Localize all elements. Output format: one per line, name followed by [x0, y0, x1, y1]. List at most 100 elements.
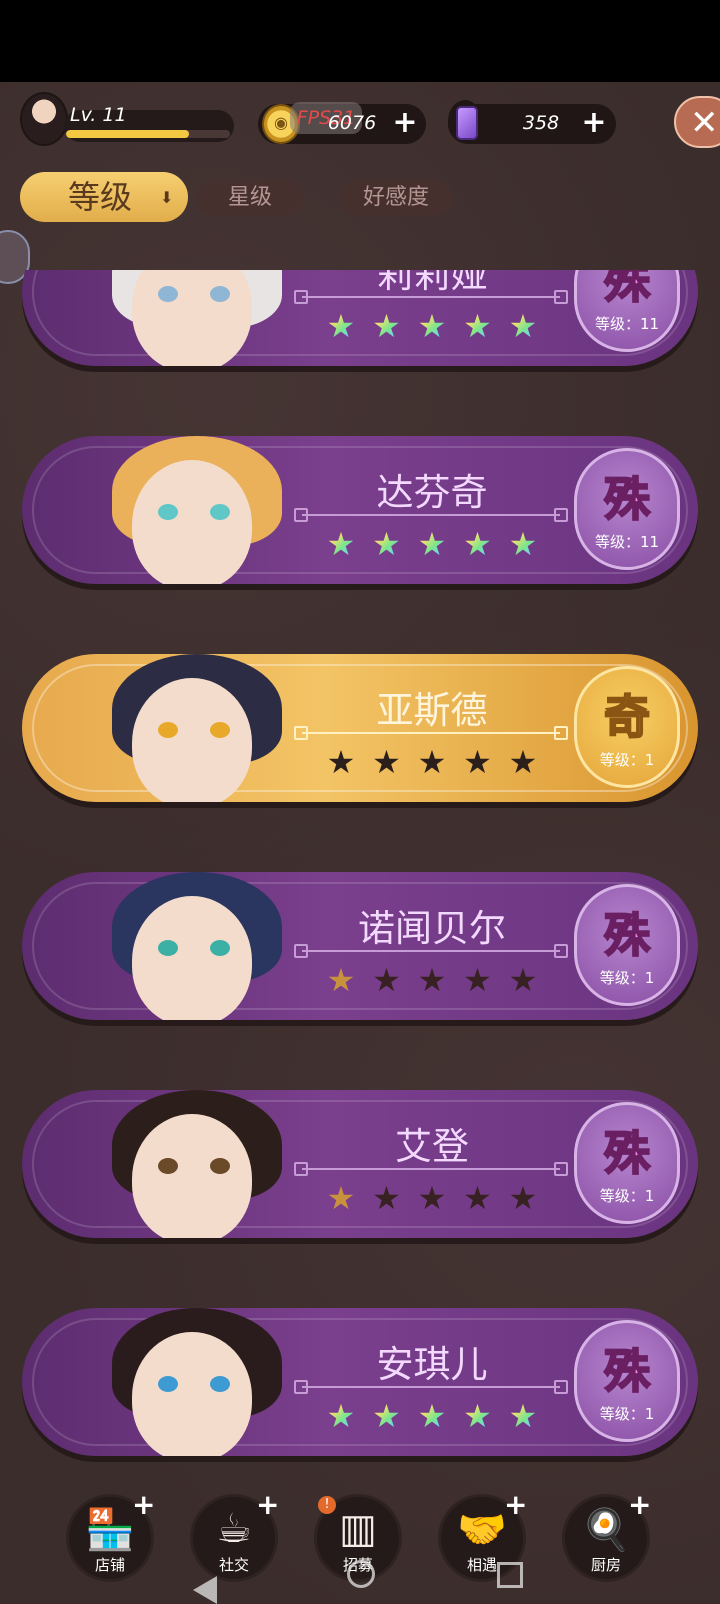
star-icon: ★ — [504, 1400, 542, 1432]
nav-item[interactable]: 🍳 厨房 + — [562, 1488, 651, 1582]
star-icon: ★ — [372, 743, 401, 781]
sort-arrow-icon: ⬇ — [160, 188, 174, 207]
name-divider — [294, 726, 568, 740]
rank-badge: 殊 等级：1 — [574, 1320, 680, 1442]
system-recents-icon[interactable] — [497, 1562, 523, 1588]
nav-label: 店铺 — [94, 1556, 125, 1574]
star-icon: ★ — [322, 528, 360, 560]
exp-bar-fill — [66, 130, 189, 138]
character-portrait — [72, 436, 322, 584]
plus-icon: + — [628, 1488, 652, 1521]
star-icon: ★ — [413, 310, 451, 342]
star-icon: ★ — [463, 743, 492, 781]
character-level: 等级：1 — [599, 751, 655, 769]
portrait-eye — [158, 940, 178, 956]
nav-item[interactable]: 🏪 店铺 + — [66, 1488, 155, 1582]
character-name: 亚斯德 — [376, 689, 488, 732]
plus-icon: + — [256, 1488, 280, 1521]
system-home-icon[interactable] — [347, 1560, 375, 1588]
portrait-eye — [210, 1158, 230, 1174]
portrait-face — [132, 1332, 252, 1456]
character-name: 诺闻贝尔 — [358, 907, 506, 950]
character-portrait — [72, 654, 322, 802]
portrait-face — [132, 1114, 252, 1238]
character-level: 等级：11 — [594, 315, 660, 333]
character-portrait — [72, 872, 322, 1020]
name-divider — [294, 508, 568, 522]
star-icon: ★ — [459, 528, 497, 560]
star-icon: ★ — [508, 743, 538, 781]
character-card[interactable]: 安琪儿 ★ ★ ★ ★ ★ 殊 等级：1 — [22, 1308, 698, 1456]
star-icon: ★ — [413, 528, 451, 560]
coin-amount: 6076 — [327, 112, 377, 134]
star-icon: ★ — [417, 961, 447, 999]
character-card[interactable]: 诺闻贝尔 ★ ★ ★ ★ ★ 殊 等级：1 — [22, 872, 698, 1020]
rank-grade: 殊 — [603, 1343, 651, 1399]
rank-badge: 奇 等级：1 — [574, 666, 680, 788]
rank-grade: 殊 — [603, 270, 651, 309]
gem-icon — [448, 100, 482, 142]
character-name: 艾登 — [395, 1125, 469, 1168]
nav-item[interactable]: ☕ 社交 + — [190, 1488, 279, 1582]
rank-badge: 殊 等级：1 — [574, 1102, 680, 1224]
character-card[interactable]: 莉莉娅 ★ ★ ★ ★ ★ 殊 等级：11 — [22, 270, 698, 366]
star-icon: ★ — [413, 1400, 451, 1432]
portrait-eye — [210, 286, 230, 302]
gem-amount: 358 — [522, 112, 560, 134]
star-icon: ★ — [463, 961, 492, 999]
star-icon: ★ — [417, 743, 447, 781]
exp-bar — [66, 130, 230, 138]
star-icon: ★ — [372, 1179, 401, 1217]
name-divider — [294, 1380, 568, 1394]
player-avatar[interactable] — [20, 92, 68, 146]
rank-badge: 殊 等级：1 — [574, 884, 680, 1006]
character-card[interactable]: 艾登 ★ ★ ★ ★ ★ 殊 等级：1 — [22, 1090, 698, 1238]
rank-grade: 殊 — [603, 471, 651, 527]
sort-tab-star[interactable]: 星级 — [196, 180, 304, 216]
plus-icon: + — [132, 1488, 156, 1521]
portrait-eye — [210, 722, 230, 738]
portrait-eye — [158, 1158, 178, 1174]
nav-label: 厨房 — [590, 1556, 621, 1574]
character-list[interactable]: 莉莉娅 ★ ★ ★ ★ ★ 殊 等级：11 达芬奇 ★ ★ ★ ★ ★ 殊 等级：11 亚斯德 — [0, 270, 720, 1466]
star-icon: ★ — [508, 961, 538, 999]
sort-tab-affinity[interactable]: 好感度 — [340, 180, 452, 216]
star-rating: ★ ★ ★ ★ ★ — [322, 310, 542, 342]
portrait-face — [132, 896, 252, 1020]
character-portrait — [72, 1090, 322, 1238]
name-divider — [294, 290, 568, 304]
character-card[interactable]: 达芬奇 ★ ★ ★ ★ ★ 殊 等级：11 — [22, 436, 698, 584]
star-icon: ★ — [508, 1179, 538, 1217]
status-bar — [0, 0, 720, 82]
portrait-eye — [158, 286, 178, 302]
portrait-face — [132, 460, 252, 584]
rank-grade: 奇 — [603, 689, 651, 745]
star-icon: ★ — [326, 961, 356, 999]
portrait-eye — [210, 504, 230, 520]
star-rating: ★ ★ ★ ★ ★ — [322, 1400, 542, 1432]
character-name: 安琪儿 — [376, 1343, 488, 1386]
portrait-eye — [210, 1376, 230, 1392]
star-icon: ★ — [326, 1179, 356, 1217]
plus-icon: + — [504, 1488, 528, 1521]
star-icon: ★ — [417, 1179, 447, 1217]
close-button[interactable]: ✕ — [674, 96, 720, 148]
star-icon: ★ — [368, 310, 406, 342]
portrait-eye — [158, 722, 178, 738]
name-divider — [294, 944, 568, 958]
rank-grade: 殊 — [603, 907, 651, 963]
star-icon: ★ — [322, 1400, 360, 1432]
character-level: 等级：1 — [599, 969, 655, 987]
portrait-eye — [158, 504, 178, 520]
portrait-eye — [158, 1376, 178, 1392]
add-coins-button[interactable]: + — [390, 108, 420, 138]
add-gems-button[interactable]: + — [579, 108, 609, 138]
character-portrait — [72, 270, 322, 366]
character-card[interactable]: 亚斯德 ★ ★ ★ ★ ★ 奇 等级：1 — [22, 654, 698, 802]
portrait-face — [132, 678, 252, 802]
rank-badge: 殊 等级：11 — [574, 448, 680, 570]
character-level: 等级：1 — [599, 1187, 655, 1205]
star-icon: ★ — [322, 310, 360, 342]
star-icon: ★ — [368, 528, 406, 560]
character-level: 等级：11 — [594, 533, 660, 551]
